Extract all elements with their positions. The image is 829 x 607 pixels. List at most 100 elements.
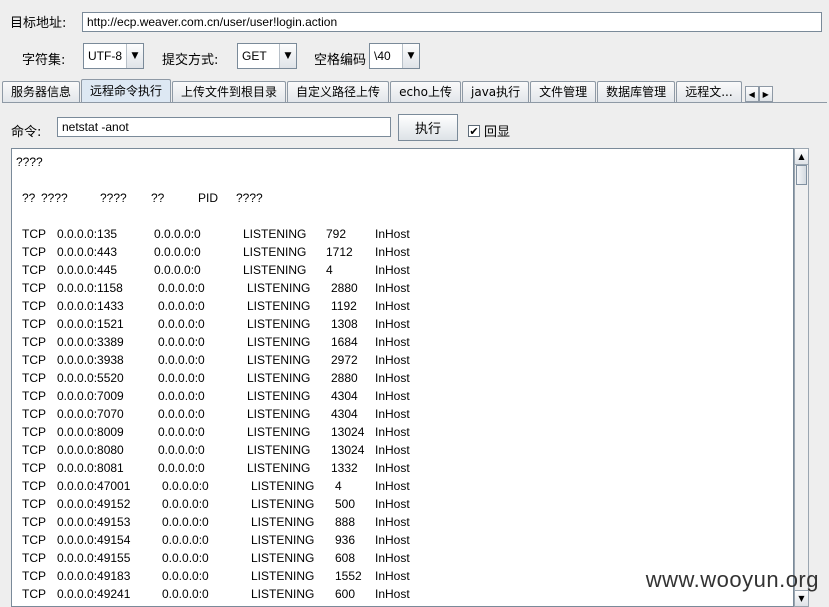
output-row-cell: LISTENING: [247, 389, 311, 403]
output-row-cell: TCP: [22, 569, 46, 583]
output-row-cell: TCP: [22, 443, 46, 457]
output-row-cell: LISTENING: [251, 515, 315, 529]
tab-echo-upload[interactable]: echo上传: [390, 81, 461, 102]
output-row-cell: 0.0.0.0:0: [158, 407, 205, 421]
command-label: 命令:: [11, 125, 42, 140]
output-row-cell: InHost: [375, 479, 410, 493]
output-row-cell: 0.0.0.0:49153: [57, 515, 131, 529]
output-row-cell: InHost: [375, 371, 410, 385]
output-row-cell: TCP: [22, 299, 46, 313]
output-row-cell: TCP: [22, 389, 46, 403]
output-row-cell: LISTENING: [247, 335, 311, 349]
output-row-cell: TCP: [22, 533, 46, 547]
watermark: www.wooyun.org: [645, 567, 819, 592]
tab-remote-command[interactable]: 远程命令执行: [81, 79, 172, 102]
output-row-cell: LISTENING: [243, 245, 307, 259]
output-row-cell: 0.0.0.0:0: [158, 281, 205, 295]
output-row-cell: 0.0.0.0:0: [158, 335, 205, 349]
output-row-cell: LISTENING: [247, 281, 311, 295]
tab-custom-path-upload[interactable]: 自定义路径上传: [287, 81, 390, 102]
output-row-cell: TCP: [22, 371, 46, 385]
output-row-cell: 888: [335, 515, 356, 529]
output-row-cell: 0.0.0.0:1433: [57, 299, 124, 313]
tab-database-manager[interactable]: 数据库管理: [597, 81, 676, 102]
space-encode-select[interactable]: \40 ▼: [369, 43, 420, 69]
output-textarea[interactable]: ???? ???????????? PID???? TCP 0.0.0.0:135 0…: [11, 148, 794, 607]
output-row-cell: TCP: [22, 227, 46, 241]
output-row-cell: InHost: [375, 515, 410, 529]
output-row-cell: 2880: [331, 371, 358, 385]
output-row-cell: 0.0.0.0:0: [162, 497, 209, 511]
output-header-cell: ????: [236, 191, 263, 205]
submit-method-value: GET: [242, 49, 267, 63]
output-row-cell: TCP: [22, 335, 46, 349]
tab-upload-root[interactable]: 上传文件到根目录: [172, 81, 287, 102]
output-row-cell: 0.0.0.0:445: [57, 263, 118, 277]
output-row-cell: InHost: [375, 461, 410, 475]
output-row-cell: 0.0.0.0:7009: [57, 389, 124, 403]
output-row-cell: 936: [335, 533, 356, 547]
output-row-cell: TCP: [22, 353, 46, 367]
output-row-cell: 0.0.0.0:49154: [57, 533, 131, 547]
output-row-cell: TCP: [22, 551, 46, 565]
output-row-cell: InHost: [375, 443, 410, 457]
command-input[interactable]: netstat -anot: [57, 117, 391, 137]
output-row-cell: 13024: [331, 425, 365, 439]
output-row-cell: InHost: [375, 569, 410, 583]
tab-java-exec[interactable]: java执行: [462, 81, 530, 102]
output-row-cell: LISTENING: [247, 443, 311, 457]
output-header-cell: ????: [41, 191, 68, 205]
target-row: 目标地址:: [10, 12, 66, 31]
tab-remote-file[interactable]: 远程文...: [676, 81, 742, 102]
output-row-cell: InHost: [375, 335, 410, 349]
output-row-cell: 0.0.0.0:1521: [57, 317, 124, 331]
output-row-cell: TCP: [22, 587, 46, 601]
output-row-cell: 1712: [326, 245, 353, 259]
output-row-cell: 1684: [331, 335, 358, 349]
target-url-input[interactable]: http://ecp.weaver.com.cn/user/user!login…: [82, 12, 822, 32]
output-row-cell: LISTENING: [251, 479, 315, 493]
output-row-cell: 4: [335, 479, 342, 493]
tab-file-manager[interactable]: 文件管理: [530, 81, 597, 102]
output-row-cell: 4304: [331, 389, 358, 403]
output-row-cell: InHost: [375, 389, 410, 403]
output-row-cell: 0.0.0.0:8009: [57, 425, 124, 439]
output-row-cell: TCP: [22, 497, 46, 511]
output-row-cell: TCP: [22, 515, 46, 529]
charset-select[interactable]: UTF-8 ▼: [83, 43, 144, 69]
output-row-cell: InHost: [375, 263, 410, 277]
output-row-cell: LISTENING: [247, 461, 311, 475]
output-row-cell: InHost: [375, 425, 410, 439]
output-row-cell: 1552: [335, 569, 362, 583]
output-row-cell: 1308: [331, 317, 358, 331]
output-line: ????: [16, 155, 43, 169]
output-row-cell: 2880: [331, 281, 358, 295]
output-row-cell: 0.0.0.0:0: [162, 479, 209, 493]
output-header-cell: PID: [198, 191, 219, 205]
submit-method-select[interactable]: GET ▼: [237, 43, 297, 69]
output-header-cell: ????: [100, 191, 127, 205]
output-row-cell: LISTENING: [251, 497, 315, 511]
output-row-cell: 792: [326, 227, 347, 241]
output-row-cell: 0.0.0.0:0: [158, 299, 205, 313]
chevron-right-icon[interactable]: ▶: [758, 86, 773, 102]
tab-bar: 服务器信息 远程命令执行 上传文件到根目录 自定义路径上传 echo上传 jav…: [2, 78, 827, 102]
output-row-cell: 0.0.0.0:0: [154, 245, 201, 259]
output-row-cell: 0.0.0.0:47001: [57, 479, 131, 493]
chevron-up-icon[interactable]: ▲: [795, 149, 808, 165]
chevron-left-icon[interactable]: ◀: [744, 86, 759, 102]
scrollbar-thumb[interactable]: [796, 165, 807, 185]
output-row-cell: LISTENING: [247, 299, 311, 313]
execute-button[interactable]: 执行: [398, 114, 458, 141]
chevron-down-icon: ▼: [279, 44, 296, 68]
output-row-cell: InHost: [375, 497, 410, 511]
output-row-cell: 0.0.0.0:0: [154, 227, 201, 241]
tab-server-info[interactable]: 服务器信息: [2, 81, 81, 102]
output-row-cell: 0.0.0.0:8081: [57, 461, 124, 475]
output-row-cell: 0.0.0.0:0: [154, 263, 201, 277]
echo-checkbox[interactable]: ✔ 回显: [468, 121, 510, 140]
output-row-cell: 0.0.0.0:135: [57, 227, 118, 241]
vertical-scrollbar[interactable]: ▲ ▼: [794, 148, 809, 607]
output-row-cell: InHost: [375, 317, 410, 331]
output-header-cell: ??: [22, 191, 36, 205]
